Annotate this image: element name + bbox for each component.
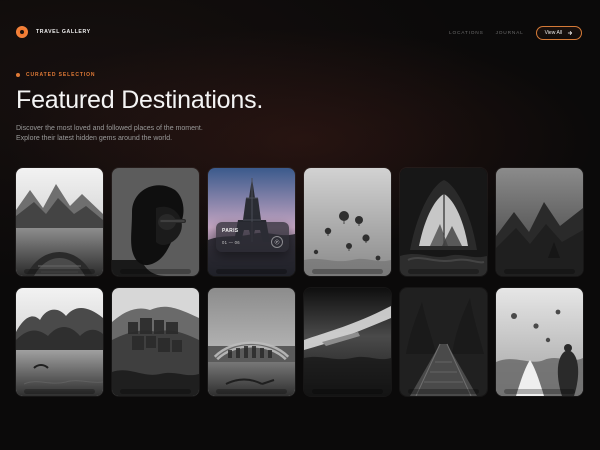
gallery-card-balloon-field[interactable]	[496, 288, 583, 396]
hero-section: CURATED SELECTION Featured Destinations.…	[16, 72, 536, 144]
gallery-card-venice[interactable]	[208, 288, 295, 396]
card-bar	[408, 389, 479, 394]
nav-link-journal[interactable]: JOURNAL	[496, 31, 524, 36]
gallery-card-balloons[interactable]	[304, 168, 391, 276]
card-bar	[216, 269, 287, 274]
gallery-card-mountains[interactable]	[496, 168, 583, 276]
card-bar	[24, 269, 95, 274]
card-bar	[216, 389, 287, 394]
brand-title: TRAVEL GALLERY	[36, 29, 91, 35]
gallery-card-portrait[interactable]	[112, 168, 199, 276]
card-bar	[504, 269, 575, 274]
subtitle-line-1: Discover the most loved and followed pla…	[16, 125, 203, 132]
card-bar	[312, 269, 383, 274]
gallery-card-village[interactable]	[112, 288, 199, 396]
card-bar	[120, 269, 191, 274]
compass-icon[interactable]	[271, 236, 283, 248]
gallery-card-tent[interactable]	[400, 168, 487, 276]
featured-destination-meta: 01 — 06	[222, 240, 240, 245]
card-bar	[312, 389, 383, 394]
top-navigation: TRAVEL GALLERY LOCATIONS JOURNAL View Al…	[0, 0, 600, 64]
featured-destination-overlay[interactable]: PARIS 01 — 06	[216, 222, 289, 252]
page-title: Featured Destinations.	[16, 86, 264, 114]
card-bar	[120, 389, 191, 394]
subtitle-line-2: Explore their latest hidden gems around …	[16, 135, 173, 142]
gallery-card-forest-bridge[interactable]	[400, 288, 487, 396]
arrow-right-icon	[567, 30, 573, 36]
brand[interactable]: TRAVEL GALLERY	[16, 26, 91, 38]
eyebrow-dot-icon	[16, 73, 20, 77]
card-bar	[504, 389, 575, 394]
travel-gallery-page: TRAVEL GALLERY LOCATIONS JOURNAL View Al…	[0, 0, 600, 450]
card-bar	[24, 389, 95, 394]
nav-link-locations[interactable]: LOCATIONS	[449, 31, 484, 36]
eyebrow: CURATED SELECTION	[16, 72, 536, 78]
page-subtitle: Discover the most loved and followed pla…	[16, 124, 316, 144]
featured-destination-title: PARIS	[222, 228, 239, 234]
view-all-button[interactable]: View All	[535, 26, 582, 40]
gallery-card-paris[interactable]: PARIS 01 — 06	[208, 168, 295, 276]
view-all-label: View All	[544, 30, 562, 36]
nav-menu: LOCATIONS JOURNAL View All	[449, 26, 582, 40]
gallery-card-plane[interactable]	[304, 288, 391, 396]
gallery-card-lake-boat[interactable]	[16, 168, 103, 276]
brand-logo-icon	[16, 26, 28, 38]
gallery-card-cliffs[interactable]	[16, 288, 103, 396]
card-bar	[408, 269, 479, 274]
eyebrow-text: CURATED SELECTION	[26, 72, 96, 78]
